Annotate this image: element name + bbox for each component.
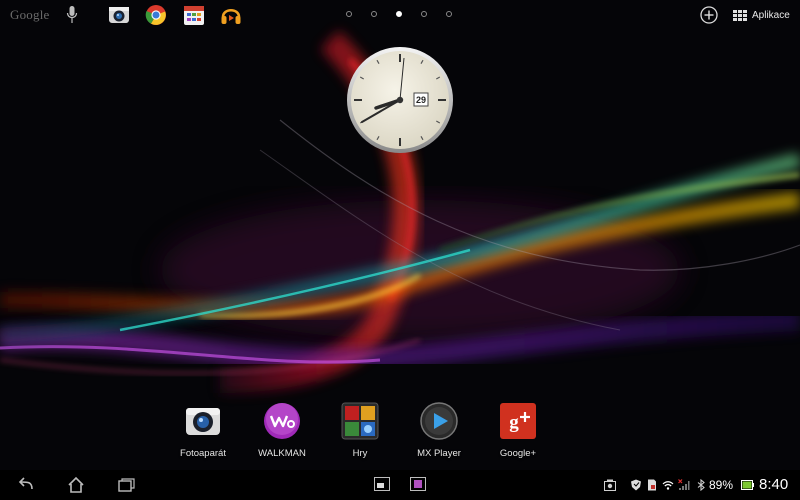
no-signal-icon xyxy=(678,479,690,490)
dock-item-walkman[interactable]: WALKMAN xyxy=(242,398,322,459)
dock-item-games-folder[interactable]: Hry xyxy=(320,398,400,459)
apps-label: Aplikace xyxy=(752,9,790,21)
microphone-icon[interactable] xyxy=(66,5,78,25)
dock-label: WALKMAN xyxy=(258,448,306,459)
battery-icon xyxy=(741,480,754,490)
google-search-logo[interactable]: Google xyxy=(10,7,49,23)
camera-icon xyxy=(186,408,220,435)
system-navigation-bar: 89% 8:40 xyxy=(0,470,800,500)
dock-label: MX Player xyxy=(417,448,461,459)
sd-card-icon xyxy=(648,479,656,491)
camera-app-icon[interactable] xyxy=(108,4,130,26)
wifi-icon xyxy=(662,481,674,490)
chrome-icon[interactable] xyxy=(145,4,167,26)
back-icon[interactable] xyxy=(16,476,36,494)
dock-item-google-plus[interactable]: g Google+ xyxy=(478,398,558,459)
clock-date: 29 xyxy=(416,95,426,105)
games-folder-icon xyxy=(341,402,379,440)
svg-text:g: g xyxy=(509,412,519,433)
calendar-icon[interactable] xyxy=(183,4,205,26)
small-app-window-icon[interactable] xyxy=(374,477,390,491)
add-widget-icon[interactable] xyxy=(700,6,718,24)
dock-label: Fotoaparát xyxy=(180,448,226,459)
page-dot[interactable] xyxy=(346,11,352,17)
walkman-icon xyxy=(264,403,300,439)
vpn-shield-icon xyxy=(631,479,641,491)
dock-label: Hry xyxy=(352,448,368,459)
bluetooth-icon xyxy=(697,479,705,491)
apps-grid-icon xyxy=(733,9,747,21)
mx-player-icon xyxy=(420,402,458,440)
dock-item-camera[interactable]: Fotoaparát xyxy=(163,398,243,459)
recent-apps-icon[interactable] xyxy=(116,476,136,494)
screenshot-notification-icon[interactable] xyxy=(604,479,616,491)
dock-label: Google+ xyxy=(499,448,537,459)
battery-percentage: 89% xyxy=(709,478,734,492)
analog-clock-widget[interactable]: 29 xyxy=(346,46,454,154)
google-plus-icon: g xyxy=(500,403,536,439)
page-dot-active[interactable] xyxy=(396,11,402,17)
apps-drawer-button[interactable]: Aplikace xyxy=(733,5,790,25)
top-bar: Google Aplikace xyxy=(0,0,800,30)
status-clock: 8:40 xyxy=(759,476,789,493)
home-dock: Fotoaparát WALKMAN Hry MX Player g Googl… xyxy=(0,398,800,468)
page-dot[interactable] xyxy=(371,11,377,17)
home-icon[interactable] xyxy=(66,476,86,494)
page-indicator xyxy=(340,10,460,20)
page-dot[interactable] xyxy=(446,11,452,17)
headphones-music-icon[interactable] xyxy=(220,4,242,26)
small-app-player-icon[interactable] xyxy=(410,477,426,491)
page-dot[interactable] xyxy=(421,11,427,17)
dock-item-mx-player[interactable]: MX Player xyxy=(399,398,479,459)
